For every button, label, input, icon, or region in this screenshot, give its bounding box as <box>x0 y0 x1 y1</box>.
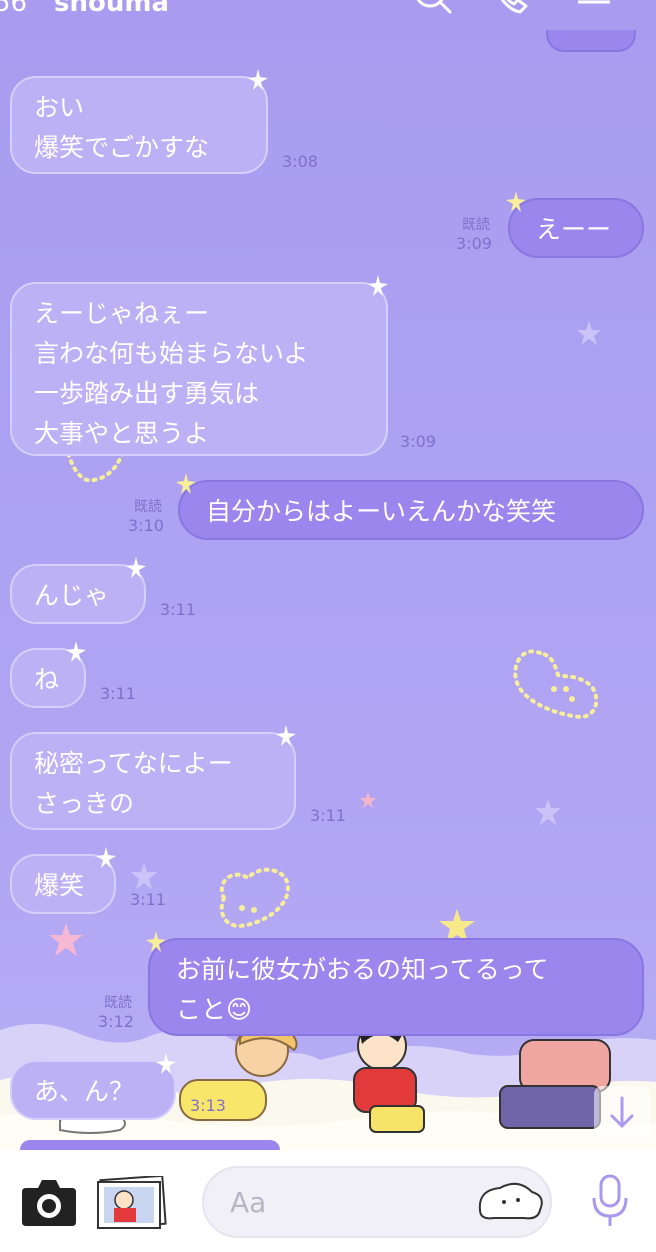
incoming-message-bubble[interactable]: んじゃ <box>10 557 146 624</box>
search-icon[interactable] <box>410 0 454 26</box>
read-receipt: 既読 <box>104 995 132 1011</box>
outgoing-message-bubble[interactable]: えーー <box>506 191 644 258</box>
unread-count[interactable]: 56 <box>0 0 27 18</box>
heart-dots-decoration <box>513 649 599 720</box>
message-time: 3:13 <box>190 1096 226 1115</box>
incoming-message-bubble[interactable]: おい 爆笑でごかすな <box>10 69 268 174</box>
sparkle-icon <box>126 557 146 578</box>
star-decoration <box>535 799 561 825</box>
chat-screen: 56 shouma おい 爆笑でごかすな 3:08 えーー 3:09 既読 えー… <box>0 0 656 1252</box>
message-time: 3:09 <box>400 432 436 451</box>
incoming-message-bubble[interactable]: 爆笑 <box>10 847 116 914</box>
message-time: 3:11 <box>100 684 136 703</box>
read-receipt: 既読 <box>462 217 490 233</box>
message-time: 3:11 <box>130 890 166 909</box>
sparkle-icon <box>146 931 166 952</box>
phone-icon[interactable] <box>490 0 534 26</box>
read-receipt: 既読 <box>134 499 162 515</box>
sparkle-icon <box>156 1053 176 1074</box>
incoming-message-bubble[interactable]: ね <box>10 641 86 708</box>
sparkle-icon <box>176 473 196 494</box>
message-input-placeholder: Aa <box>230 1186 267 1219</box>
sparkle-icon <box>66 641 86 662</box>
sparkle-icon <box>96 847 116 868</box>
sticker-icon[interactable] <box>474 1180 546 1224</box>
star-decoration <box>577 321 601 345</box>
previous-message-bubble <box>546 30 636 52</box>
sparkle-icon <box>248 69 268 90</box>
sparkle-icon <box>276 725 296 746</box>
message-time: 3:10 <box>128 516 164 535</box>
scroll-down-icon[interactable] <box>594 1086 650 1142</box>
incoming-message-bubble[interactable]: えーじゃねぇー 言わな何も始まらないよ 一歩踏み出す勇気は 大事やと思うよ <box>10 275 388 456</box>
message-time: 3:08 <box>282 152 318 171</box>
message-time: 3:12 <box>98 1012 134 1031</box>
star-decoration <box>360 792 376 808</box>
message-time: 3:11 <box>310 806 346 825</box>
mic-icon[interactable] <box>588 1172 632 1230</box>
heart-dots-decoration <box>219 867 291 929</box>
message-time: 3:11 <box>160 600 196 619</box>
sparkle-icon <box>368 275 388 296</box>
star-decoration <box>131 863 157 889</box>
star-decoration <box>49 923 83 956</box>
camera-icon[interactable] <box>20 1176 78 1228</box>
incoming-message-bubble[interactable]: 秘密ってなによー さっきの <box>10 725 296 830</box>
outgoing-message-bubble[interactable]: お前に彼女がおるの知ってるって こと😊 <box>146 931 644 1036</box>
photo-icon[interactable] <box>94 1176 168 1230</box>
sparkle-icon <box>506 191 526 212</box>
outgoing-message-bubble[interactable]: 自分からはよーいえんかな笑笑 <box>176 473 644 540</box>
chat-header: 56 shouma <box>0 0 656 34</box>
message-time: 3:09 <box>456 234 492 253</box>
menu-icon[interactable] <box>574 0 618 26</box>
incoming-message-bubble[interactable]: あ、ん？ <box>10 1053 176 1120</box>
chat-title[interactable]: shouma <box>54 0 169 18</box>
